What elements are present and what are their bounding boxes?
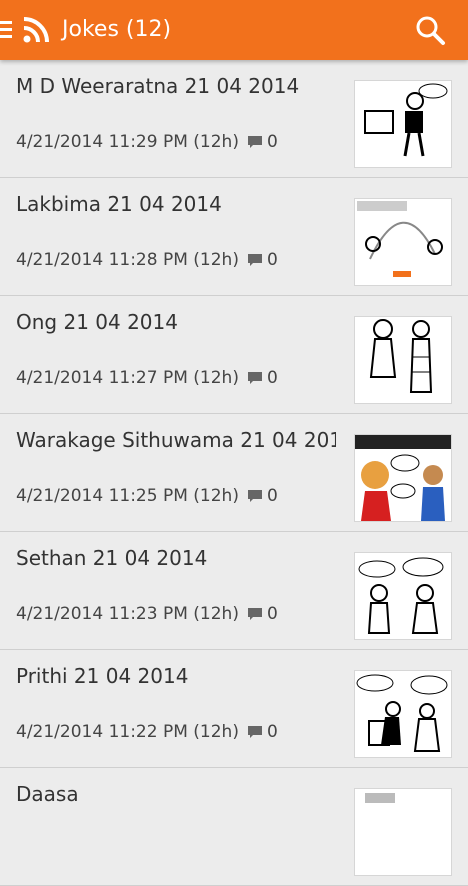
list-item[interactable]: Ong 21 04 2014 4/21/2014 11:27 PM (12h) … xyxy=(0,296,468,414)
item-time: 4/21/2014 11:27 PM (12h) xyxy=(16,368,239,388)
item-title: Lakbima 21 04 2014 xyxy=(16,192,222,216)
cartoon-thumbnail xyxy=(354,80,452,168)
comment-count: 0 xyxy=(266,486,278,506)
comment-icon xyxy=(247,372,262,384)
item-time: 4/21/2014 11:22 PM (12h) xyxy=(16,722,239,742)
comment-count: 0 xyxy=(266,604,278,624)
top-app-bar: Jokes (12) xyxy=(0,0,468,60)
list-item[interactable]: Daasa xyxy=(0,768,468,886)
item-time: 4/21/2014 11:23 PM (12h) xyxy=(16,604,239,624)
item-time: 4/21/2014 11:25 PM (12h) xyxy=(16,486,239,506)
cartoon-thumbnail xyxy=(354,198,452,286)
list-item[interactable]: Warakage Sithuwama 21 04 2014 4/21/2014 … xyxy=(0,414,468,532)
comment-icon xyxy=(247,726,262,738)
item-meta: 4/21/2014 11:29 PM (12h) 0 xyxy=(16,132,278,152)
item-meta: 4/21/2014 11:28 PM (12h) 0 xyxy=(16,250,278,270)
comment-icon xyxy=(247,608,262,620)
cartoon-thumbnail xyxy=(354,434,452,522)
cartoon-thumbnail xyxy=(354,316,452,404)
item-meta: 4/21/2014 11:27 PM (12h) 0 xyxy=(16,368,278,388)
item-title: Prithi 21 04 2014 xyxy=(16,664,189,688)
search-icon[interactable] xyxy=(414,14,446,46)
item-meta: 4/21/2014 11:25 PM (12h) 0 xyxy=(16,486,278,506)
list-item[interactable]: Lakbima 21 04 2014 4/21/2014 11:28 PM (1… xyxy=(0,178,468,296)
cartoon-thumbnail xyxy=(354,670,452,758)
item-title: Warakage Sithuwama 21 04 2014 xyxy=(16,428,336,452)
comment-icon xyxy=(247,254,262,266)
comment-icon xyxy=(247,136,262,148)
list-item[interactable]: Sethan 21 04 2014 4/21/2014 11:23 PM (12… xyxy=(0,532,468,650)
menu-icon[interactable] xyxy=(0,21,12,39)
rss-icon xyxy=(23,17,49,43)
item-time: 4/21/2014 11:28 PM (12h) xyxy=(16,250,239,270)
page-title: Jokes (12) xyxy=(62,17,172,42)
item-meta: 4/21/2014 11:23 PM (12h) 0 xyxy=(16,604,278,624)
list-item[interactable]: M D Weeraratna 21 04 2014 4/21/2014 11:2… xyxy=(0,60,468,178)
item-time: 4/21/2014 11:29 PM (12h) xyxy=(16,132,239,152)
item-title: Daasa xyxy=(16,782,79,806)
comment-count: 0 xyxy=(266,368,278,388)
item-title: M D Weeraratna 21 04 2014 xyxy=(16,74,300,98)
comment-count: 0 xyxy=(266,250,278,270)
comment-icon xyxy=(247,490,262,502)
cartoon-thumbnail xyxy=(354,788,452,876)
item-title: Sethan 21 04 2014 xyxy=(16,546,208,570)
comment-count: 0 xyxy=(266,132,278,152)
list-item[interactable]: Prithi 21 04 2014 4/21/2014 11:22 PM (12… xyxy=(0,650,468,768)
jokes-list: M D Weeraratna 21 04 2014 4/21/2014 11:2… xyxy=(0,60,468,886)
cartoon-thumbnail xyxy=(354,552,452,640)
comment-count: 0 xyxy=(266,722,278,742)
item-title: Ong 21 04 2014 xyxy=(16,310,178,334)
item-meta: 4/21/2014 11:22 PM (12h) 0 xyxy=(16,722,278,742)
